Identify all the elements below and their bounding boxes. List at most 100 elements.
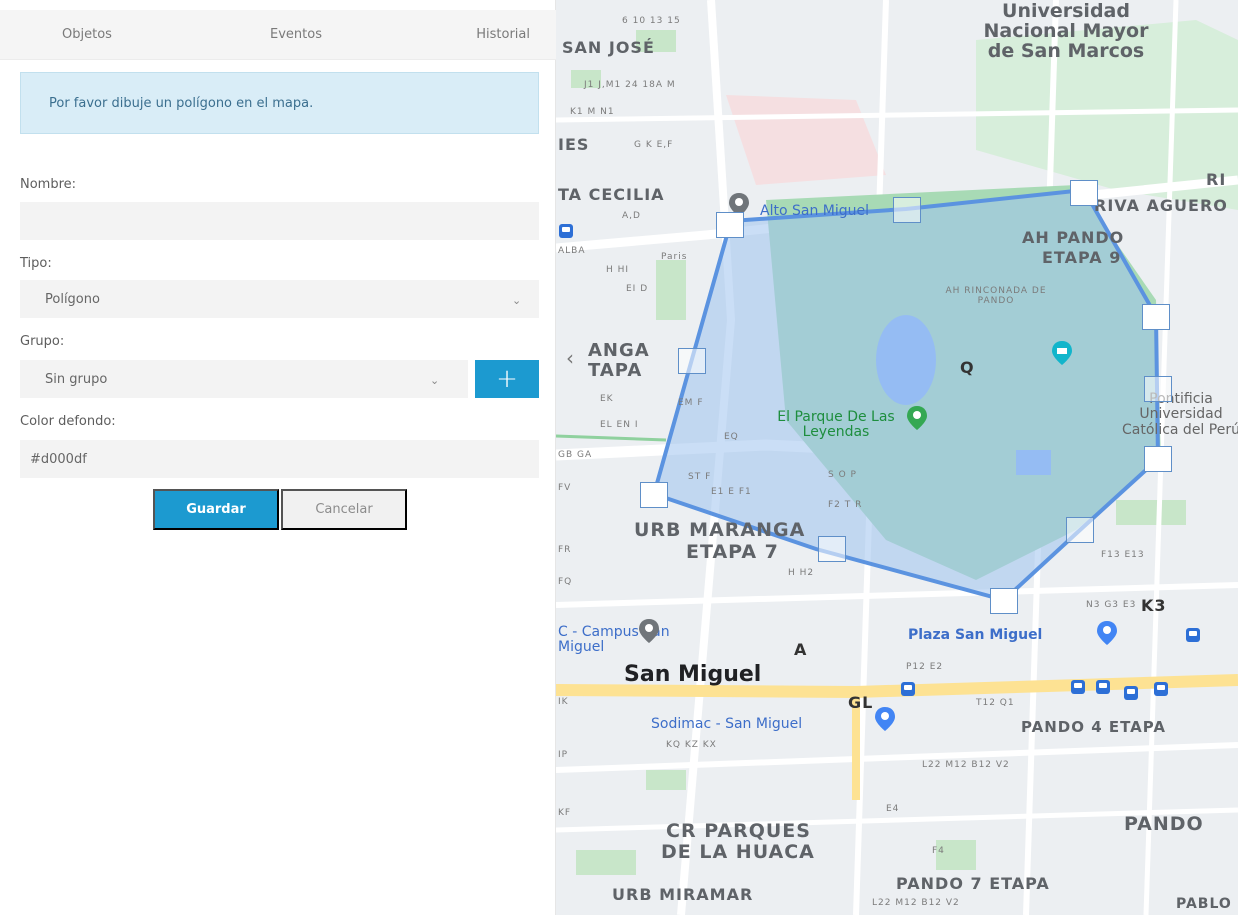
block-code: EQ <box>724 432 739 442</box>
tab-eventos[interactable]: Eventos <box>218 10 374 59</box>
bus-stop-icon[interactable] <box>1096 680 1110 694</box>
block-code: H H2 <box>788 568 815 578</box>
map-label-ah-pando: AH PANDO <box>1022 228 1125 247</box>
bus-stop-icon[interactable] <box>1154 682 1168 696</box>
type-label: Tipo: <box>20 256 52 271</box>
polygon-vertex-handle[interactable] <box>990 588 1018 614</box>
map-label-urb-miramar: URB MIRAMAR <box>612 885 754 904</box>
color-label: Color defondo: <box>20 414 116 429</box>
map-label-pando-7: PANDO 7 ETAPA <box>896 874 1050 893</box>
block-code: L22 M12 B12 V2 <box>922 760 1010 770</box>
map-label-paris: Paris <box>661 252 688 262</box>
plus-icon: + <box>496 364 518 394</box>
add-group-button[interactable]: + <box>475 360 539 398</box>
map-label-pablo: PABLO <box>1176 896 1232 912</box>
block-code: 6 10 13 15 <box>622 16 681 26</box>
block-code: EL EN I <box>600 420 639 430</box>
shopping-pin-icon[interactable] <box>638 618 660 644</box>
group-label: Grupo: <box>20 334 65 349</box>
map-label-q: Q <box>960 358 975 377</box>
polygon-midpoint-handle[interactable] <box>678 348 706 374</box>
group-select-value: Sin grupo <box>45 371 108 387</box>
block-code: EI D <box>626 284 649 294</box>
block-code: F2 T R <box>828 500 863 510</box>
group-select[interactable]: Sin grupo ⌄ <box>20 360 468 398</box>
chevron-down-icon: ⌄ <box>512 293 522 307</box>
block-code: EK <box>600 394 614 404</box>
map-label-alba: ALBA <box>558 246 586 256</box>
tab-objetos[interactable]: Objetos <box>0 10 218 59</box>
tab-historial[interactable]: Historial <box>374 10 556 59</box>
map-label-maranga: ANGA <box>588 340 650 361</box>
map-label-pontificia: Pontificia Universidad Católica del Perú <box>1122 391 1238 438</box>
block-code: P12 E2 <box>906 662 944 672</box>
block-code: A,D <box>622 211 641 221</box>
chevron-down-icon: ⌄ <box>430 373 440 387</box>
map-label-ies: IES <box>558 135 590 154</box>
polygon-midpoint-handle[interactable] <box>818 536 846 562</box>
map-label-cr-parques: CR PARQUES <box>666 820 811 842</box>
block-code: FQ <box>558 577 573 587</box>
bus-stop-icon[interactable] <box>1186 628 1200 642</box>
block-code: E1 E F1 <box>711 487 752 497</box>
map-label-plaza: Plaza San Miguel <box>908 627 1043 643</box>
color-input[interactable] <box>20 440 539 478</box>
chevron-left-icon[interactable]: ‹ <box>566 346 574 370</box>
sidebar-panel: Objetos Eventos Historial Por favor dibu… <box>0 0 556 915</box>
polygon-vertex-handle[interactable] <box>716 212 744 238</box>
bus-stop-icon[interactable] <box>1071 680 1085 694</box>
map-label-pando: PANDO <box>1124 813 1204 835</box>
map-label-parque: El Parque De Las Leyendas <box>777 409 895 441</box>
block-code: E4 <box>886 804 900 814</box>
map-base <box>556 0 1238 915</box>
polygon-midpoint-handle[interactable] <box>1066 517 1094 543</box>
bus-stop-icon[interactable] <box>1124 686 1138 700</box>
type-select-value: Polígono <box>45 291 100 307</box>
map-label-ri: RI <box>1206 170 1227 189</box>
map-label-sodimac: Sodimac - San Miguel <box>651 716 803 732</box>
map-label-etapa-7: ETAPA 7 <box>686 541 779 563</box>
map-label-ah-rinconada: AH RINCONADA DE PANDO <box>945 286 1047 306</box>
type-select[interactable]: Polígono ⌄ <box>20 280 539 318</box>
bus-stop-icon[interactable] <box>901 682 915 696</box>
block-code: F13 E13 <box>1101 550 1145 560</box>
map-label-pando-4: PANDO 4 ETAPA <box>1021 718 1167 736</box>
polygon-vertex-handle[interactable] <box>1142 304 1170 330</box>
block-code: H HI <box>606 265 630 275</box>
block-code: KF <box>558 808 572 818</box>
map-label-alto-san-miguel: Alto San Miguel <box>760 203 869 219</box>
block-code: J1 J,M1 24 18A M <box>584 80 676 90</box>
map-label-santa-cecilia: TA CECILIA <box>558 185 665 204</box>
name-label: Nombre: <box>20 177 77 192</box>
shopping-pin-icon[interactable] <box>1096 620 1118 646</box>
block-code: F4 <box>932 846 945 856</box>
block-code: K1 M N1 <box>570 107 615 117</box>
block-code: G K E,F <box>634 140 674 150</box>
polygon-vertex-handle[interactable] <box>1070 180 1098 206</box>
block-code: FR <box>558 545 572 555</box>
cancel-button[interactable]: Cancelar <box>281 489 407 530</box>
info-alert: Por favor dibuje un polígono en el mapa. <box>20 72 539 134</box>
museum-pin-icon[interactable] <box>1051 340 1073 366</box>
map-label-san-miguel: San Miguel <box>624 662 762 687</box>
block-code: ST F <box>688 472 712 482</box>
tab-bar: Objetos Eventos Historial <box>0 10 556 60</box>
park-pin-icon[interactable] <box>906 405 928 431</box>
save-button[interactable]: Guardar <box>153 489 279 530</box>
block-code: KQ KZ KX <box>666 740 717 750</box>
polygon-vertex-handle[interactable] <box>640 482 668 508</box>
map-label-campus: C - Campus San Miguel <box>558 624 670 656</box>
name-input[interactable] <box>20 202 539 240</box>
map-label-a: A <box>794 640 808 659</box>
map-label-san-jose: SAN JOSÉ <box>562 38 655 57</box>
block-code: S O P <box>828 470 857 480</box>
map-view[interactable]: ‹ SAN JOSÉ IES TA CECILIA Alto San Migue… <box>556 0 1238 915</box>
block-code: T12 Q1 <box>976 698 1015 708</box>
map-label-universidad: Universidad Nacional Mayor de San Marcos <box>983 0 1149 62</box>
polygon-vertex-handle[interactable] <box>1144 446 1172 472</box>
map-label-riva-aguero: RIVA AGUERO <box>1094 196 1228 215</box>
polygon-midpoint-handle[interactable] <box>893 197 921 223</box>
polygon-midpoint-handle[interactable] <box>1144 376 1172 402</box>
shopping-pin-icon[interactable] <box>874 706 896 732</box>
bus-stop-icon[interactable] <box>559 224 573 238</box>
